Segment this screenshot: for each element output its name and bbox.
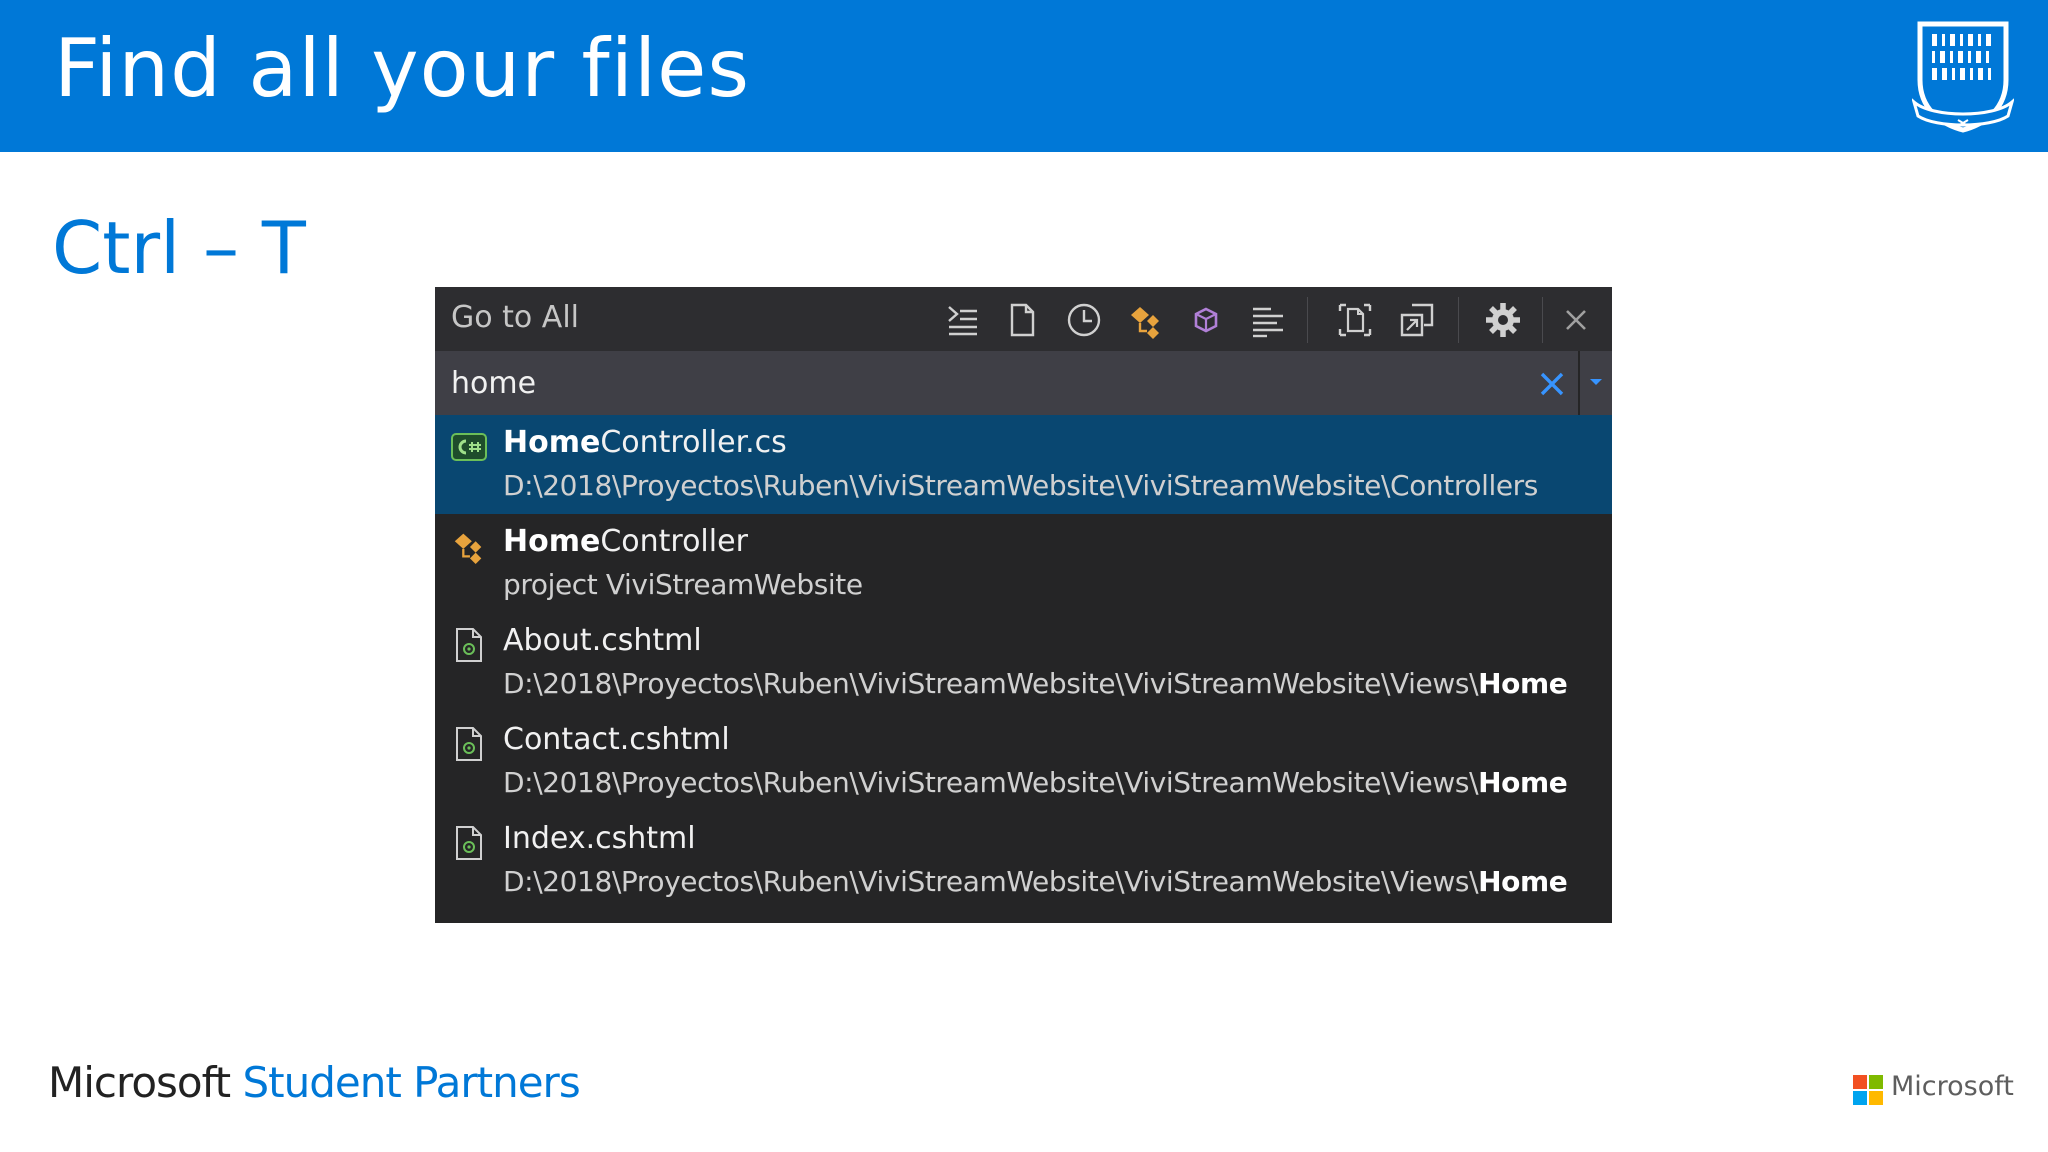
razor-file-icon [456,826,482,860]
result-path: D:\2018\Proyectos\Ruben\ViviStreamWebsit… [503,667,1568,700]
result-path: D:\2018\Proyectos\Ruben\ViviStreamWebsit… [503,865,1568,898]
razor-file-icon [456,628,482,662]
microsoft-windows-logo-icon [1853,1075,1883,1105]
close-icon[interactable] [1561,305,1591,335]
result-name: HomeController.cs [503,425,787,460]
file-icon[interactable] [1003,301,1041,339]
result-path: project ViviStreamWebsite [503,568,863,601]
code-is-life-crest-icon [1912,21,2014,133]
chevron-down-icon[interactable] [1585,371,1607,393]
result-path: D:\2018\Proyectos\Ruben\ViviStreamWebsit… [503,766,1568,799]
toolbar-separator [1542,297,1543,343]
result-item-about-cshtml[interactable]: About.cshtml D:\2018\Proyectos\Ruben\Viv… [435,613,1612,712]
settings-gear-icon[interactable] [1484,301,1522,339]
line-icon[interactable] [943,301,981,339]
result-name: HomeController [503,524,748,559]
toolbar-separator [1458,297,1459,343]
result-item-homecontroller-class[interactable]: HomeController project ViviStreamWebsite [435,514,1612,613]
result-item-homecontroller-cs[interactable]: HomeController.cs D:\2018\Proyectos\Rube… [435,415,1612,514]
separate-window-icon[interactable] [1398,301,1436,339]
slide-title: Find all your files [54,22,751,115]
result-name: About.cshtml [503,623,702,658]
result-name: Contact.cshtml [503,722,730,757]
search-row [435,351,1612,415]
result-name: Index.cshtml [503,821,696,856]
toolbar-separator [1307,297,1308,343]
member-icon[interactable] [1187,301,1225,339]
result-item-contact-cshtml[interactable]: Contact.cshtml D:\2018\Proyectos\Ruben\V… [435,712,1612,811]
current-document-icon[interactable] [1336,301,1374,339]
slide-header: Find all your files [0,0,2048,152]
razor-file-icon [456,727,482,761]
go-to-all-title: Go to All [451,300,579,335]
type-icon[interactable] [1127,301,1165,339]
class-icon [454,533,482,564]
go-to-all-panel: Go to All home HomeController.cs D:\2018… [435,287,1612,923]
go-to-all-toolbar: Go to All [435,287,1612,351]
result-path: D:\2018\Proyectos\Ruben\ViviStreamWebsit… [503,469,1538,502]
recent-icon[interactable] [1065,301,1103,339]
csharp-file-icon [451,433,487,461]
dropdown-separator [1578,351,1580,415]
symbol-icon[interactable] [1249,301,1287,339]
result-item-index-cshtml[interactable]: Index.cshtml D:\2018\Proyectos\Ruben\Viv… [435,811,1612,910]
microsoft-logo-text: Microsoft [1891,1071,2014,1102]
shortcut-subtitle: Ctrl – T [52,206,306,290]
microsoft-student-partners-logo: Microsoft Student Partners [48,1058,581,1107]
search-input[interactable] [451,361,1551,405]
clear-search-icon[interactable] [1535,367,1569,401]
